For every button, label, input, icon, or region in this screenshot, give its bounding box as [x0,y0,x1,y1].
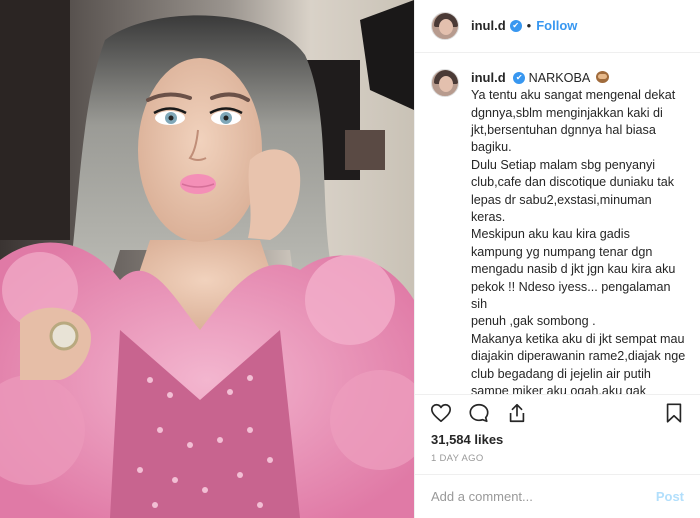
caption-line: sampe miker aku ogah,aku gak [471,384,647,395]
user-avatar[interactable] [431,11,459,40]
post-sidebar: inul.d ✔ • Follow inul.d ✔ NARKOBA Ya te… [414,0,700,518]
caption-line: Ya tentu aku sangat mengenal dekat [471,88,676,103]
header-username[interactable]: inul.d [471,18,506,33]
action-bar [415,394,700,430]
caption-text: Ya tentu aku sangat mengenal dekat dgnnya… [471,87,686,394]
caption-line: Meskipun aku kau kira gadis [471,227,630,242]
comment-input[interactable] [431,488,648,504]
caption-title: NARKOBA [528,70,590,85]
caption: inul.d ✔ NARKOBA Ya tentu aku sangat men… [431,68,686,395]
follow-button[interactable]: Follow [536,18,577,33]
see-no-evil-monkey-icon [596,70,610,83]
caption-line: club,cafe dan discotique duniaku tak [471,175,675,190]
comments-area[interactable]: inul.d ✔ NARKOBA Ya tentu aku sangat men… [415,53,700,395]
caption-line: diajakin diperawanin rame2,diajak nge [471,349,686,364]
bookmark-icon [666,403,682,423]
caption-line: mengadu nasib d jkt jgn kau kira aku [471,262,676,277]
caption-line: bagiku. [471,140,512,155]
verified-icon: ✔ [513,72,526,85]
separator-dot: • [526,18,532,34]
post-photo-illustration [0,0,414,518]
comment-icon [469,403,489,422]
likes-count[interactable]: 31,584 likes [415,430,700,447]
post-photo[interactable] [0,0,414,518]
like-button[interactable] [429,401,453,425]
share-button[interactable] [505,401,529,425]
caption-body: inul.d ✔ NARKOBA Ya tentu aku sangat men… [471,69,686,395]
post-timestamp[interactable]: 1 DAY AGO [415,447,700,473]
caption-username[interactable]: inul.d [471,70,506,85]
heart-icon [431,403,451,422]
caption-line: pekok !! Ndeso iyess... pengalaman sih [471,279,671,312]
post-header: inul.d ✔ • Follow [415,0,700,53]
verified-icon: ✔ [509,19,522,32]
caption-heading: inul.d ✔ NARKOBA [471,69,686,87]
caption-line: club begadang di jejelin air putih [471,366,651,381]
caption-line: penuh ,gak sombong . [471,314,596,329]
comment-button[interactable] [467,401,491,425]
caption-line: dgnnya,sblm menginjakkan kaki di [471,105,663,120]
caption-line: jkt,bersentuhan dgnnya hal biasa [471,122,656,137]
caption-line: Dulu Setiap malam sbg penyanyi [471,157,656,172]
instagram-post: inul.d ✔ • Follow inul.d ✔ NARKOBA Ya te… [0,0,700,518]
share-icon [509,403,525,422]
comment-bar: Post [415,473,700,518]
caption-line: Makanya ketika aku di jkt sempat mau [471,331,685,346]
caption-line: lepas dr sabu2,exstasi,minuman keras. [471,192,652,224]
post-comment-button[interactable]: Post [656,489,684,504]
save-button[interactable] [662,401,686,425]
caption-avatar[interactable] [431,68,459,97]
caption-line: kampung yg numpang tenar dgn [471,244,653,259]
